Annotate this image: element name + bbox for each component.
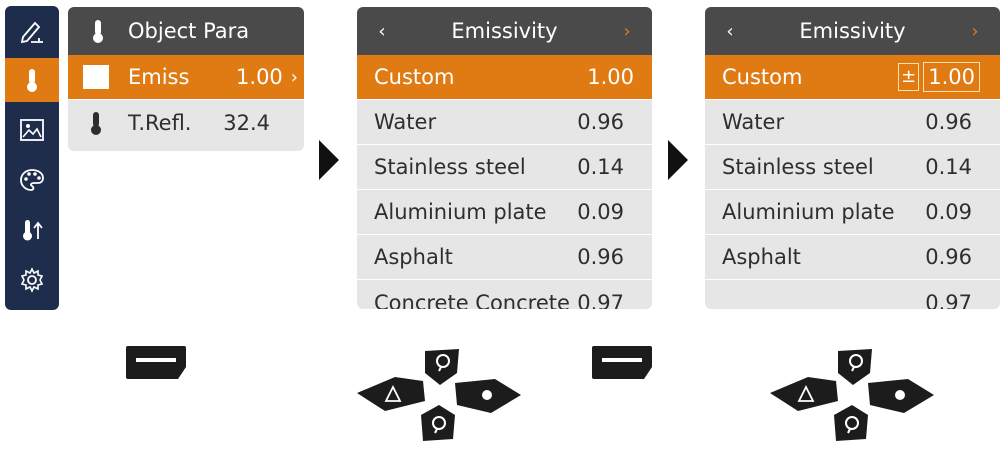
next-chevron-icon[interactable]: › [602,21,652,42]
prev-chevron-icon[interactable]: ‹ [357,21,407,42]
emissivity-row[interactable]: Custom 1.00 [357,55,652,100]
thermometer-icon [93,20,103,43]
material-value: 0.14 [577,155,624,179]
trefl-row[interactable]: T.Refl. 32.4 [68,100,304,145]
emissivity-row[interactable]: Custom ± 1.00 [705,55,1000,100]
dash-icon [136,358,176,362]
zoom-out-button [421,405,455,441]
edit-icon [20,21,43,44]
step-arrow [668,140,688,180]
emiss-value: 1.00 [236,65,283,89]
zoom-out-button [834,405,868,441]
brightness-button [868,379,934,413]
gear-icon [20,267,44,293]
material-label: Asphalt [722,245,801,269]
warning-button [357,377,425,411]
sidebar-item-settings[interactable] [5,258,59,302]
object-para-header: Object Para [68,7,304,55]
emissivity-panel: ‹ Emissivity › Custom 1.00 Water 0.96 St… [357,7,652,309]
material-value: 0.97 [577,290,624,310]
emissivity-row[interactable]: Water 0.96 [357,100,652,145]
material-value: 0.97 [925,290,972,310]
joystick-pad[interactable] [355,343,525,447]
emiss-chevron-icon: › [290,66,298,88]
thermometer-icon [27,69,37,92]
emissivity-row[interactable]: Asphalt 0.96 [357,235,652,280]
material-value: 0.96 [577,110,624,134]
trefl-value: 32.4 [223,110,270,135]
emissivity-row[interactable]: Stainless steel 0.14 [357,145,652,190]
material-value: 0.09 [925,200,972,224]
material-label: Aluminium plate [374,200,547,224]
sidebar-item-object-para[interactable] [5,58,59,102]
brightness-button [455,379,521,413]
joystick-pad[interactable] [768,343,938,447]
custom-value-input[interactable]: 1.00 [923,62,980,92]
thermometer-icon [91,111,101,135]
emiss-swatch-icon [68,65,124,89]
emissivity-row[interactable]: Concrete Concrete 0.97 [357,280,652,310]
material-label: Stainless steel [722,155,874,179]
step-arrow [319,140,339,180]
emiss-row[interactable]: Emiss 1.00 › [68,55,304,100]
softkey-button[interactable] [590,343,654,381]
emissivity-title: Emissivity [799,19,906,43]
emissivity-row[interactable]: Aluminium plate 0.09 [705,190,1000,235]
emissivity-row[interactable]: 0.97 [705,280,1000,310]
temperature-arrow-icon [23,220,43,241]
material-label: Concrete Concrete [374,290,570,310]
material-label: Asphalt [374,245,453,269]
warning-button [770,377,838,411]
dash-icon [602,358,642,362]
material-value: 0.96 [577,245,624,269]
material-value: 0.14 [925,155,972,179]
material-label: Custom [722,65,803,89]
prev-chevron-icon[interactable]: ‹ [705,21,755,42]
sidebar-item-edit[interactable] [5,10,59,54]
material-label: Stainless steel [374,155,526,179]
sidebar [5,6,59,310]
emiss-label: Emiss [128,65,190,89]
emissivity-row[interactable]: Aluminium plate 0.09 [357,190,652,235]
object-para-title: Object Para [128,19,250,43]
emissivity-row[interactable]: Water 0.96 [705,100,1000,145]
emissivity-panel-edit: ‹ Emissivity › Custom ± 1.00 Water 0.96 … [705,7,1000,309]
next-chevron-icon[interactable]: › [950,21,1000,42]
zoom-in-button [425,349,459,385]
sidebar-item-palette[interactable] [5,158,59,202]
brightness-icon [895,390,905,400]
sidebar-item-image[interactable] [5,108,59,152]
material-label: Custom [374,65,455,89]
brightness-icon [482,390,492,400]
plus-minus-icon[interactable]: ± [898,63,920,91]
emissivity-row[interactable]: Stainless steel 0.14 [705,145,1000,190]
material-label: Water [722,110,785,134]
material-value: 0.96 [925,245,972,269]
image-icon [20,119,44,141]
material-value: 0.96 [925,110,972,134]
material-label: Aluminium plate [722,200,895,224]
sidebar-item-temperature[interactable] [5,208,59,252]
object-para-panel: Object Para Emiss 1.00 › T.Refl. 32.4 [68,7,304,151]
material-value: 1.00 [587,65,634,89]
emissivity-row[interactable]: Asphalt 0.96 [705,235,1000,280]
emissivity-header: ‹ Emissivity › [357,7,652,55]
zoom-in-button [838,349,872,385]
softkey-button[interactable] [124,343,188,381]
material-label: Water [374,110,437,134]
emissivity-title: Emissivity [451,19,558,43]
emissivity-header: ‹ Emissivity › [705,7,1000,55]
trefl-label: T.Refl. [128,110,192,135]
material-value: 0.09 [577,200,624,224]
palette-icon [20,169,44,191]
